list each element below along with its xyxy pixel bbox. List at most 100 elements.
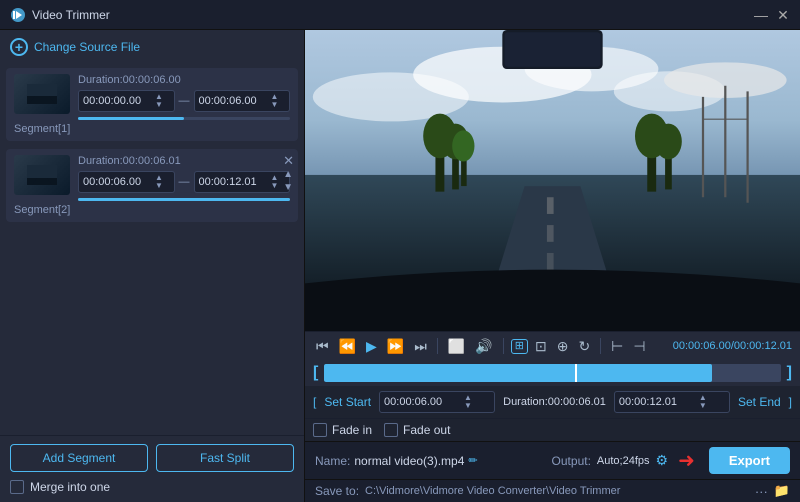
segment-1-duration: Duration:00:00:06.00	[78, 74, 290, 86]
fade-out-label: Fade out	[403, 423, 450, 437]
segment-2-end-down[interactable]: ▼	[271, 182, 279, 190]
fade-in-checkbox[interactable]	[313, 423, 327, 437]
start-time-spinner: ▲ ▼	[464, 394, 472, 410]
duration-display: Duration:00:00:06.01	[503, 396, 606, 408]
change-source-label: Change Source File	[34, 40, 140, 54]
set-bar-bracket-start: [	[313, 395, 316, 409]
merge-row: Merge into one	[10, 480, 294, 494]
timeline-fill	[324, 364, 712, 382]
segment-1-end-spinner: ▲ ▼	[271, 93, 279, 109]
save-path-text: C:\Vidmore\Vidmore Video Converter\Video…	[365, 485, 749, 497]
segment-2-dash: —	[179, 176, 190, 188]
title-bar-left: Video Trimmer	[10, 7, 110, 23]
set-bar: [ Set Start ▲ ▼ Duration:00:00:06.01 ▲ ▼…	[305, 386, 800, 418]
segment-2-start-down[interactable]: ▼	[155, 182, 163, 190]
output-value: Auto;24fps	[597, 455, 650, 467]
segment-2-start-wrap: ▲ ▼	[78, 171, 175, 193]
video-preview	[305, 30, 800, 331]
end-time-wrap: ▲ ▼	[614, 391, 730, 413]
add-icon: +	[10, 38, 28, 56]
segment-2-arrows: ▲ ▼	[282, 169, 294, 194]
add-segment-button[interactable]: Add Segment	[10, 444, 148, 472]
controls-bar: ⏮ ⏪ ▶ ⏩ ⏭ ⬜ 🔊 ⊞ ⊡ ⊕ ↻ ⊢ ⊣ 00:00:06.00/00…	[305, 331, 800, 360]
segment-2-progress-fill	[78, 198, 290, 201]
segment-2-down-button[interactable]: ▼	[282, 182, 294, 194]
output-label: Output:	[552, 454, 591, 468]
segment-2-thumbnail	[14, 155, 70, 195]
segment-1-label: Segment[1]	[14, 123, 290, 135]
trim-button[interactable]: ⊞	[511, 339, 528, 354]
fade-out-checkbox[interactable]	[384, 423, 398, 437]
segment-2-end-spinner: ▲ ▼	[271, 174, 279, 190]
thumb-scene-icon	[27, 84, 57, 104]
output-section: Output: Auto;24fps ⚙	[552, 452, 669, 469]
snapshot-button[interactable]: ⊡	[532, 337, 550, 355]
segment-2-label: Segment[2]	[14, 204, 290, 216]
segment-action-buttons: Add Segment Fast Split	[10, 444, 294, 472]
forward-button[interactable]: ⏩	[384, 337, 407, 355]
save-to-label: Save to:	[315, 484, 359, 498]
fade-in-wrap: Fade in	[313, 423, 372, 437]
segment-1-progress-fill	[78, 117, 184, 120]
segment-2-time-inputs: ▲ ▼ — ▲ ▼	[78, 171, 290, 193]
segment-1-row: Duration:00:00:06.00 ▲ ▼ —	[14, 74, 290, 120]
file-name-text: normal video(3).mp4	[354, 454, 464, 468]
segment-1-start-down[interactable]: ▼	[155, 101, 163, 109]
set-end-button[interactable]: Set End	[738, 395, 781, 409]
export-arrow-icon: ➜	[678, 448, 695, 473]
timeline-handle[interactable]	[575, 364, 577, 382]
fast-split-button[interactable]: Fast Split	[156, 444, 294, 472]
segment-1-thumbnail	[14, 74, 70, 114]
set-start-button[interactable]: Set Start	[324, 395, 371, 409]
title-text: Video Trimmer	[32, 8, 110, 22]
output-settings-button[interactable]: ⚙	[656, 452, 669, 469]
segment-1-end-down[interactable]: ▼	[271, 101, 279, 109]
left-bottom: Add Segment Fast Split Merge into one	[0, 435, 304, 502]
rewind-button[interactable]: ⏪	[336, 337, 359, 355]
split-button[interactable]: ⊣	[630, 337, 648, 355]
segment-2-end-input[interactable]	[199, 176, 269, 188]
start-time-input[interactable]	[384, 396, 464, 408]
title-bar: Video Trimmer — ✕	[0, 0, 800, 30]
start-time-wrap: ▲ ▼	[379, 391, 495, 413]
segment-2-start-spinner: ▲ ▼	[155, 174, 163, 190]
merge-checkbox[interactable]	[10, 480, 24, 494]
skip-start-button[interactable]: ⏮	[313, 337, 332, 355]
change-source-button[interactable]: + Change Source File	[0, 30, 304, 64]
segment-1-start-input[interactable]	[83, 95, 153, 107]
compare-button[interactable]: ⊢	[608, 337, 626, 355]
end-time-input[interactable]	[619, 396, 699, 408]
segment-2-close-button[interactable]: ✕	[283, 153, 294, 169]
segment-2-start-input[interactable]	[83, 176, 153, 188]
save-folder-button[interactable]: 📁	[774, 483, 790, 499]
timeline-track[interactable]	[324, 364, 780, 382]
end-time-down[interactable]: ▼	[699, 402, 707, 410]
crop-button[interactable]: ⬜	[445, 337, 468, 355]
controls-divider-3	[600, 338, 601, 354]
set-bar-bracket-end: ]	[789, 395, 792, 409]
segment-2-row: Duration:00:00:06.01 ▲ ▼ —	[14, 155, 290, 201]
segment-2-duration: Duration:00:00:06.01	[78, 155, 290, 167]
video-content-svg	[305, 30, 800, 331]
play-button[interactable]: ▶	[363, 337, 380, 355]
add-clip-button[interactable]: ⊕	[554, 337, 572, 355]
fade-out-wrap: Fade out	[384, 423, 450, 437]
volume-button[interactable]: 🔊	[472, 337, 495, 355]
start-time-down[interactable]: ▼	[464, 402, 472, 410]
edit-filename-icon[interactable]: ✏	[468, 454, 477, 467]
controls-divider-2	[503, 338, 504, 354]
skip-end-button[interactable]: ⏭	[411, 337, 430, 355]
fade-in-label: Fade in	[332, 423, 372, 437]
segment-2-controls: Duration:00:00:06.01 ▲ ▼ —	[78, 155, 290, 201]
segment-2-up-button[interactable]: ▲	[282, 169, 294, 181]
export-button[interactable]: Export	[709, 447, 790, 474]
main-layout: + Change Source File	[0, 30, 800, 502]
time-display: 00:00:06.00/00:00:12.01	[673, 340, 792, 352]
rotate-button[interactable]: ↻	[575, 337, 593, 355]
minimize-button[interactable]: —	[754, 8, 768, 22]
segments-area: Duration:00:00:06.00 ▲ ▼ —	[0, 64, 304, 435]
save-dots-button[interactable]: ···	[755, 484, 768, 499]
segment-1-end-input[interactable]	[199, 95, 269, 107]
close-button[interactable]: ✕	[776, 8, 790, 22]
end-time-spinner: ▲ ▼	[699, 394, 707, 410]
